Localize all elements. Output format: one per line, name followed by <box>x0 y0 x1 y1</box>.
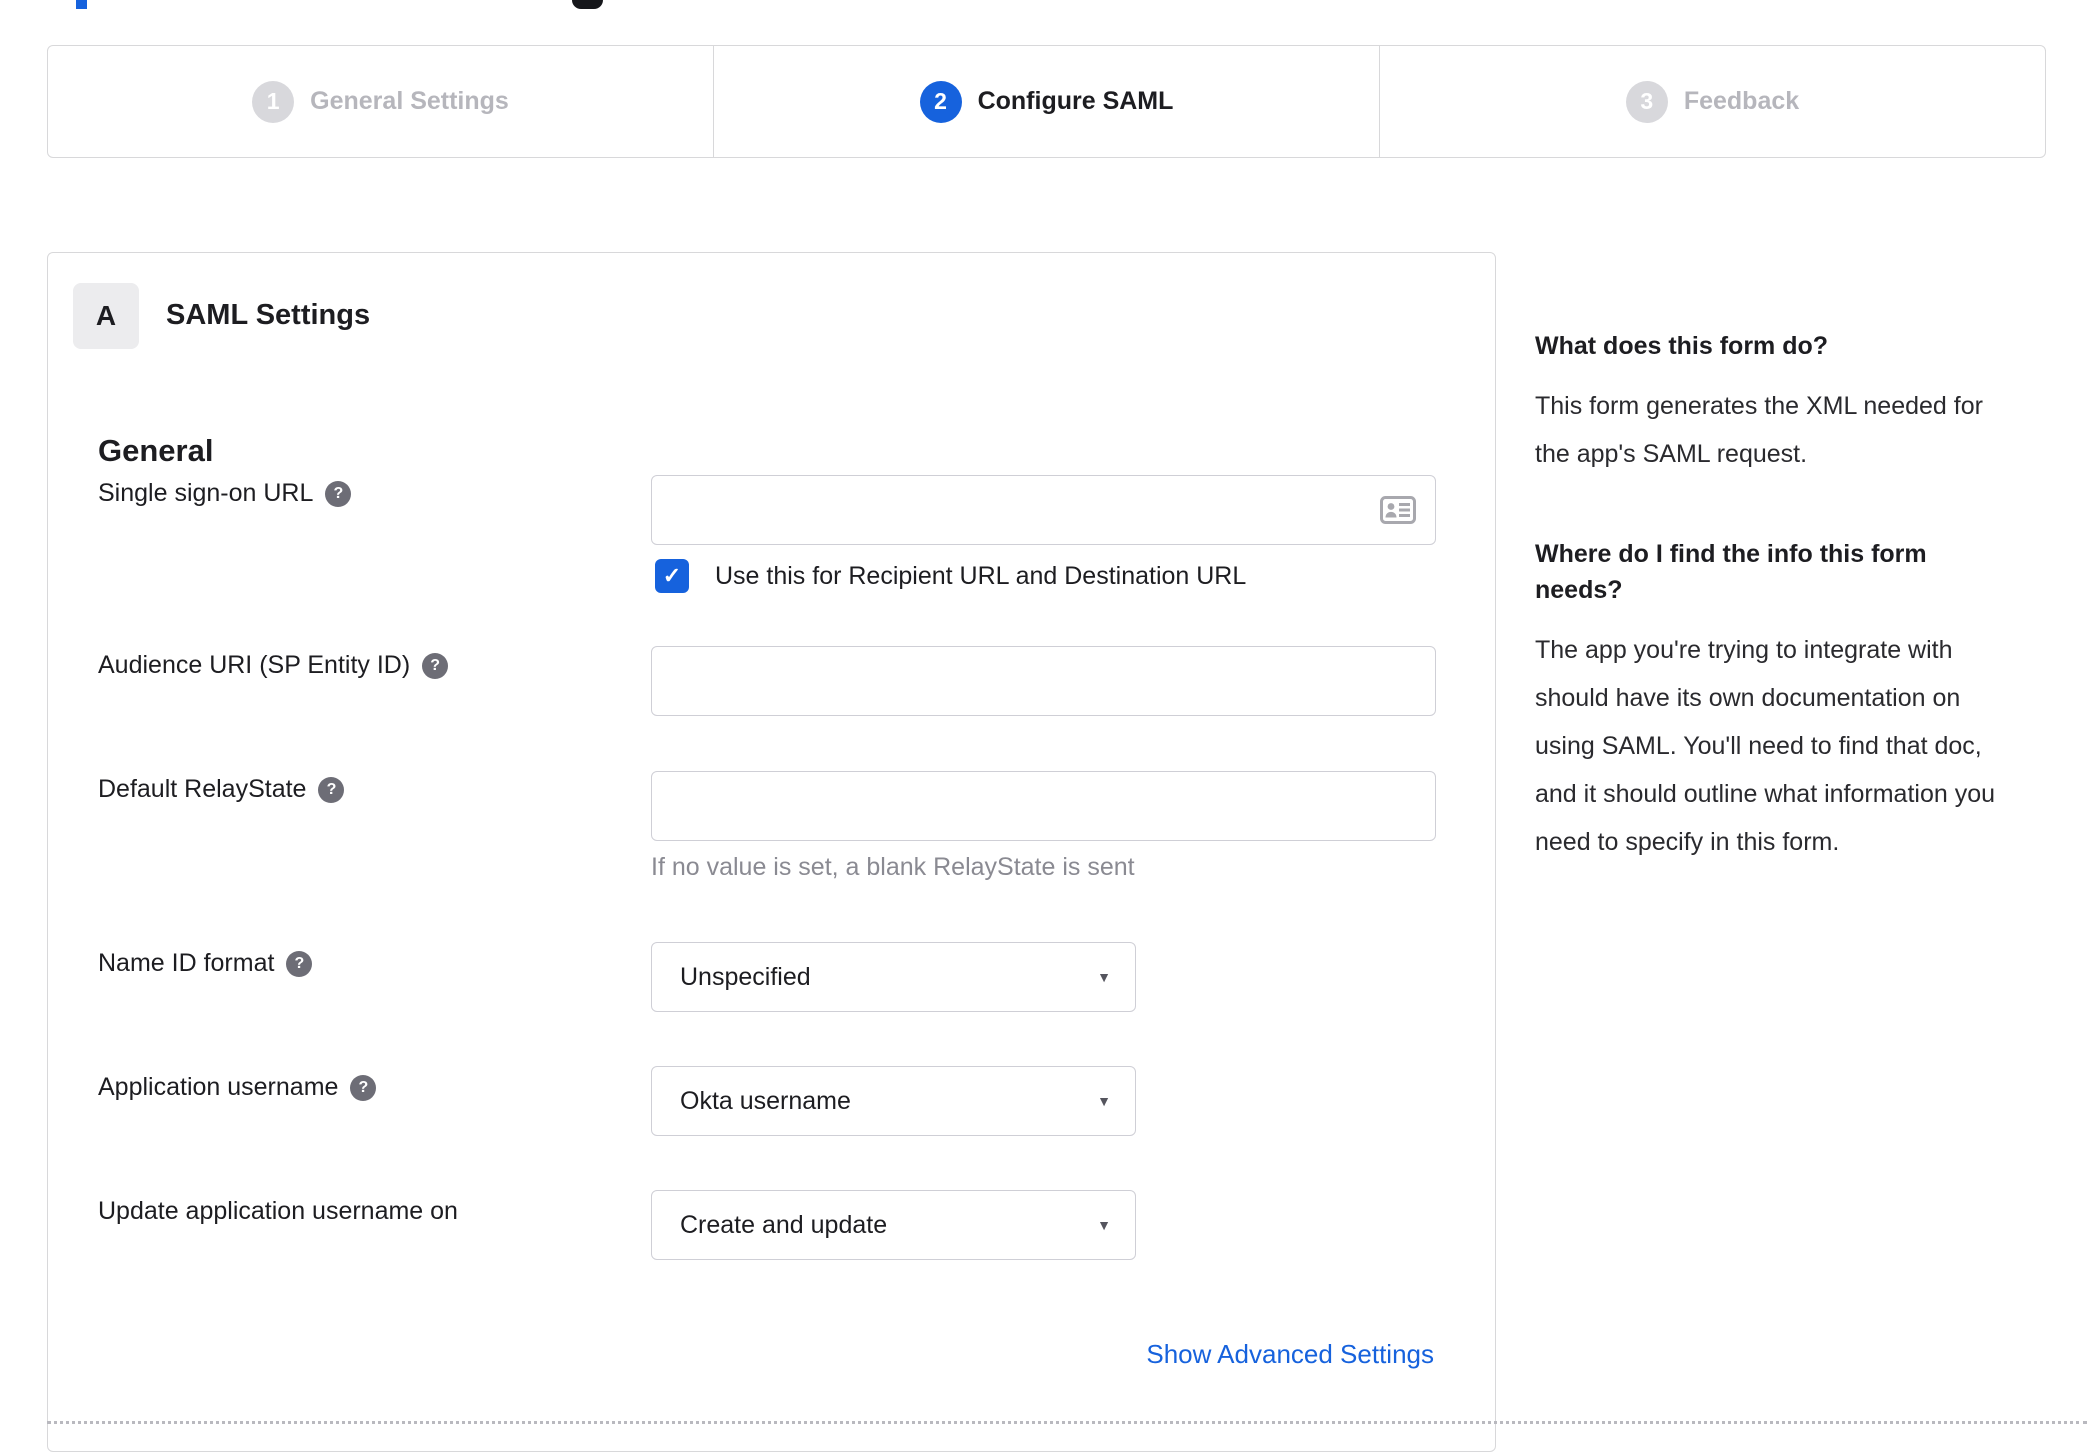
application-username-select[interactable]: Okta username ▼ <box>651 1066 1136 1136</box>
single-sign-on-url-input[interactable] <box>651 475 1436 545</box>
help-body: The app you're trying to integrate with … <box>1535 636 1996 856</box>
step-feedback[interactable]: 3 Feedback <box>1379 46 2045 157</box>
cropped-header-accent <box>76 0 87 9</box>
help-sidebar: What does this form do? This form genera… <box>1535 328 2007 866</box>
panel-title: SAML Settings <box>166 299 371 331</box>
help-heading: Where do I find the info this form needs… <box>1535 540 1927 604</box>
field-label-text: Update application username on <box>98 1197 458 1225</box>
name-id-format-label: Name ID format ? <box>98 949 313 978</box>
field-label-text: Audience URI (SP Entity ID) <box>98 651 411 679</box>
field-label-text: Name ID format <box>98 949 275 977</box>
name-id-format-select[interactable]: Unspecified ▼ <box>651 942 1136 1012</box>
step-number-badge: 2 <box>919 80 962 123</box>
step-general-settings[interactable]: 1 General Settings <box>48 46 713 157</box>
show-advanced-settings-link[interactable]: Show Advanced Settings <box>1146 1339 1434 1370</box>
help-heading: What does this form do? <box>1535 332 1829 360</box>
relaystate-hint: If no value is set, a blank RelayState i… <box>651 853 1135 881</box>
application-username-label: Application username ? <box>98 1073 377 1102</box>
help-icon[interactable]: ? <box>286 950 313 977</box>
field-label-text: Application username <box>98 1073 339 1101</box>
section-a-badge: A <box>73 283 139 349</box>
help-block: Where do I find the info this form needs… <box>1535 536 2007 866</box>
select-value: Create and update <box>680 1210 888 1239</box>
field-label-text: Default RelayState <box>98 775 307 803</box>
checkbox-label: Use this for Recipient URL and Destinati… <box>715 561 1247 590</box>
default-relaystate-label: Default RelayState ? <box>98 775 345 804</box>
field-label-text: Single sign-on URL <box>98 479 314 507</box>
checkbox-checked-icon[interactable]: ✓ <box>655 559 689 593</box>
single-sign-on-url-label: Single sign-on URL ? <box>98 479 352 508</box>
audience-uri-input[interactable] <box>651 646 1436 716</box>
chevron-down-icon: ▼ <box>1097 1093 1111 1109</box>
step-label: Feedback <box>1683 87 1800 115</box>
step-configure-saml[interactable]: 2 Configure SAML <box>713 46 1379 157</box>
contact-card-icon[interactable] <box>1380 496 1416 524</box>
select-value: Okta username <box>680 1086 851 1115</box>
help-icon[interactable]: ? <box>325 480 352 507</box>
help-body: This form generates the XML needed for t… <box>1535 392 1983 468</box>
step-number-badge: 1 <box>252 80 295 123</box>
help-icon[interactable]: ? <box>422 652 449 679</box>
dotted-section-divider <box>47 1421 2087 1424</box>
wizard-stepper: 1 General Settings 2 Configure SAML 3 Fe… <box>47 45 2046 158</box>
saml-settings-panel: A SAML Settings General Single sign-on U… <box>47 252 1496 1452</box>
update-application-username-label: Update application username on <box>98 1197 458 1226</box>
step-label: Configure SAML <box>977 87 1174 115</box>
step-number-badge: 3 <box>1625 80 1668 123</box>
update-application-username-select[interactable]: Create and update ▼ <box>651 1190 1136 1260</box>
default-relaystate-input[interactable] <box>651 771 1436 841</box>
step-label: General Settings <box>310 87 509 115</box>
cropped-header-toggle-fragment <box>572 0 603 9</box>
general-section-heading: General <box>98 433 214 468</box>
chevron-down-icon: ▼ <box>1097 969 1111 985</box>
help-block: What does this form do? This form genera… <box>1535 328 2007 478</box>
chevron-down-icon: ▼ <box>1097 1217 1111 1233</box>
audience-uri-label: Audience URI (SP Entity ID) ? <box>98 651 449 680</box>
select-value: Unspecified <box>680 962 811 991</box>
use-recipient-url-checkbox-row[interactable]: ✓ Use this for Recipient URL and Destina… <box>655 559 1246 593</box>
help-icon[interactable]: ? <box>350 1074 377 1101</box>
help-icon[interactable]: ? <box>318 776 345 803</box>
single-sign-on-url-field-wrap <box>651 475 1436 545</box>
